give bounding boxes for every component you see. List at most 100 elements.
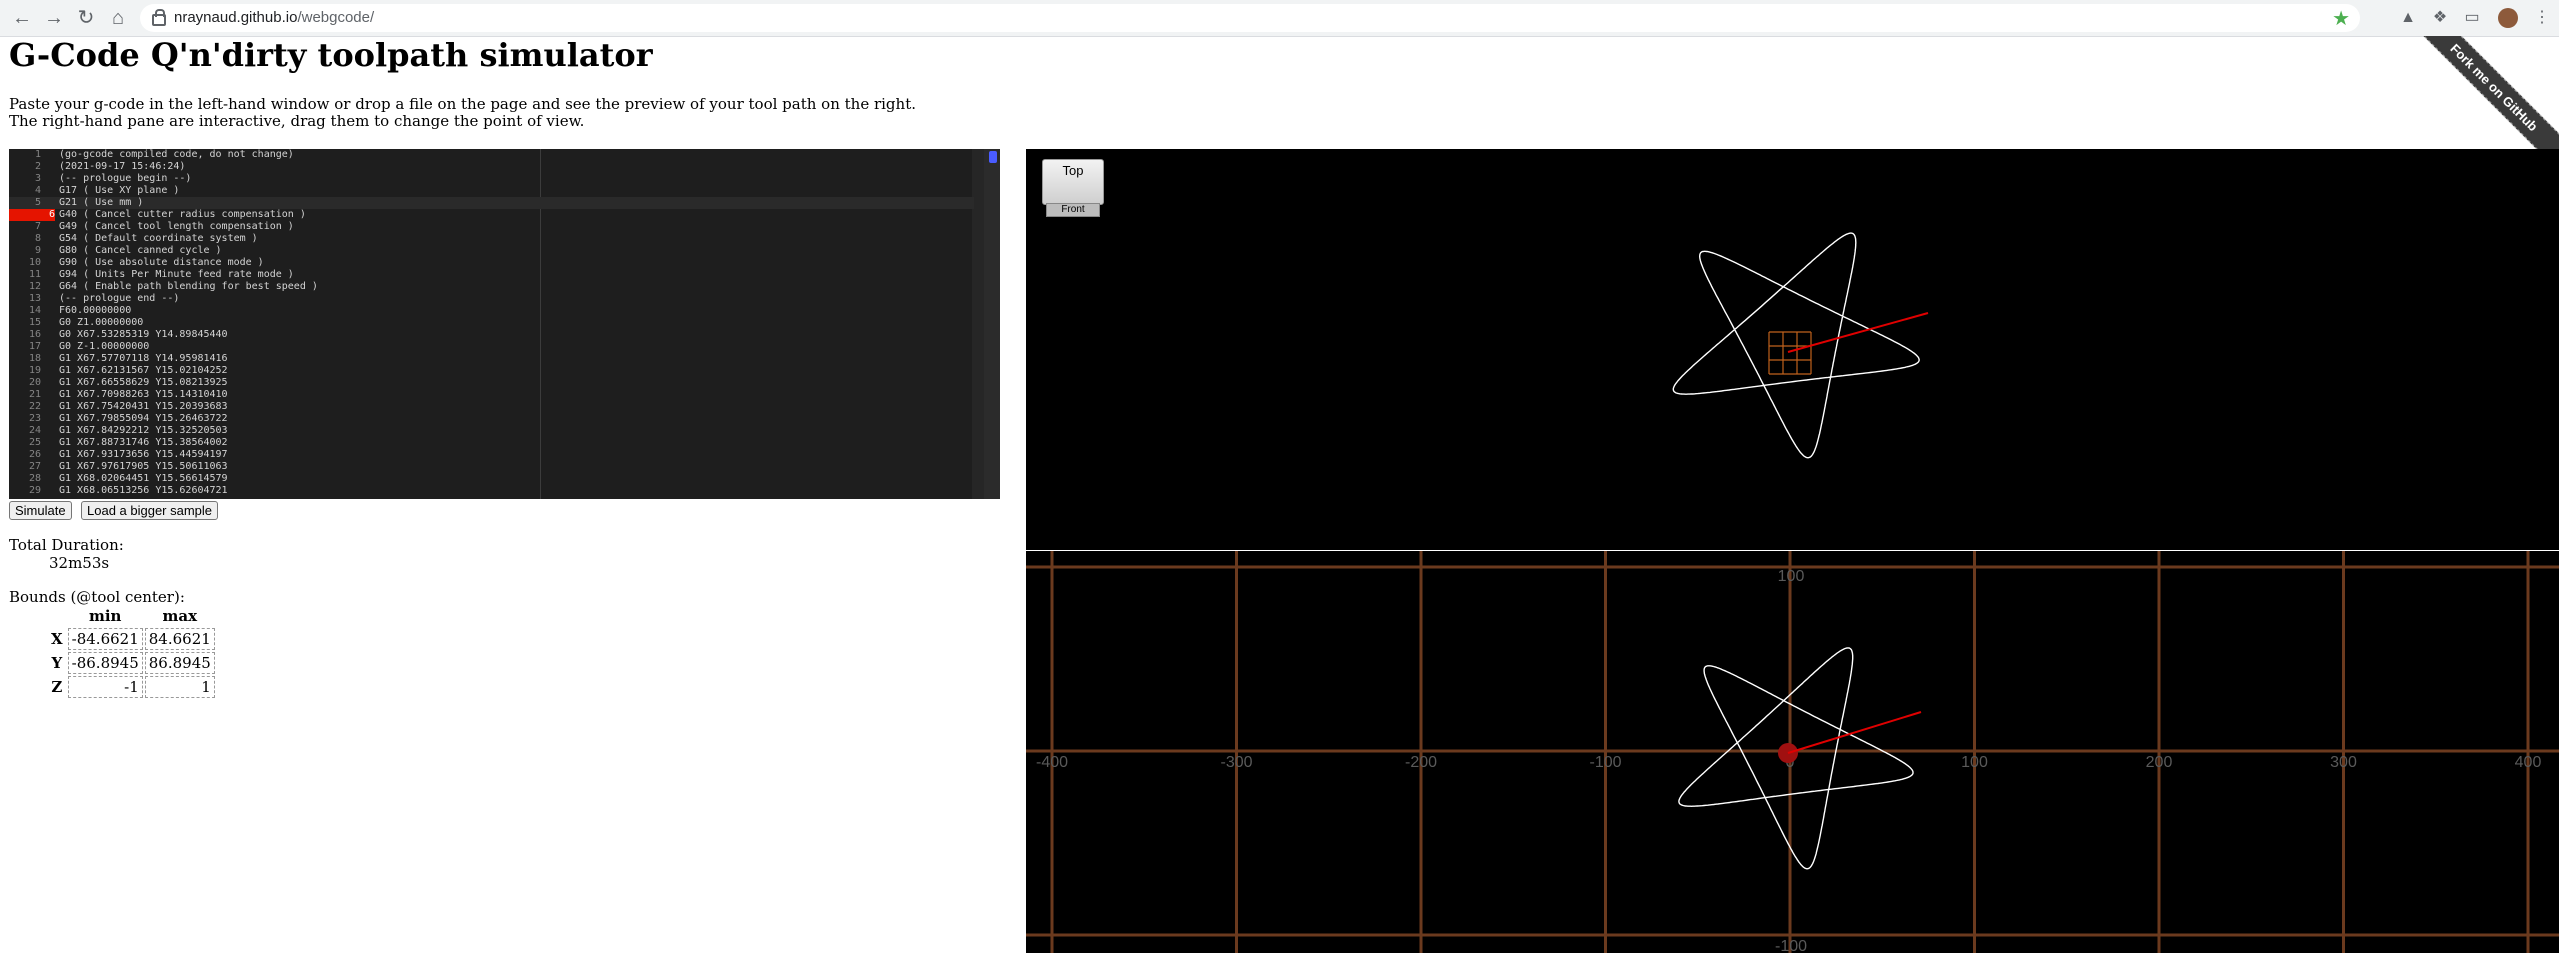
code-text[interactable]: G49 ( Cancel tool length compensation ) bbox=[59, 221, 294, 233]
line-number: 2 bbox=[34, 161, 41, 172]
code-line[interactable]: 4 G17 ( Use XY plane ) bbox=[9, 185, 974, 197]
code-line[interactable]: 25 G1 X67.88731746 Y15.38564002 bbox=[9, 437, 974, 449]
code-line[interactable]: 10 G90 ( Use absolute distance mode ) bbox=[9, 257, 974, 269]
code-text[interactable]: G0 Z-1.00000000 bbox=[59, 341, 149, 353]
code-text[interactable]: G1 X67.70988263 Y15.14310410 bbox=[59, 389, 228, 401]
code-text[interactable]: G1 X67.88731746 Y15.38564002 bbox=[59, 437, 228, 449]
code-text[interactable]: G1 X67.93173656 Y15.44594197 bbox=[59, 449, 228, 461]
code-line[interactable]: 6 G40 ( Cancel cutter radius compensation… bbox=[9, 209, 974, 221]
code-text[interactable]: G1 X67.75420431 Y15.20393683 bbox=[59, 401, 228, 413]
code-line[interactable]: 26 G1 X67.93173656 Y15.44594197 bbox=[9, 449, 974, 461]
code-text[interactable]: G1 X67.84292212 Y15.32520503 bbox=[59, 425, 228, 437]
code-text[interactable]: (-- prologue end --) bbox=[59, 293, 179, 305]
view-cube-top[interactable]: Top bbox=[1042, 159, 1104, 205]
code-line[interactable]: 15 G0 Z1.00000000 bbox=[9, 317, 974, 329]
intro-line-2: The right-hand pane are interactive, dra… bbox=[9, 112, 585, 130]
code-text[interactable]: F60.00000000 bbox=[59, 305, 131, 317]
line-number: 4 bbox=[34, 185, 41, 196]
code-line[interactable]: 7 G49 ( Cancel tool length compensation ) bbox=[9, 221, 974, 233]
x-axis-label: 400 bbox=[2515, 754, 2542, 771]
code-line[interactable]: 1 (go-gcode compiled code, do not change) bbox=[9, 149, 974, 161]
home-icon[interactable]: ⌂ bbox=[106, 6, 130, 30]
code-text[interactable]: G1 X67.62131567 Y15.02104252 bbox=[59, 365, 228, 377]
duration-label: Total Duration: bbox=[9, 536, 124, 554]
url-text[interactable]: nraynaud.github.io/webgcode/ bbox=[174, 9, 374, 26]
code-line[interactable]: 28 G1 X68.02064451 Y15.56614579 bbox=[9, 473, 974, 485]
simulate-button[interactable]: Simulate bbox=[9, 501, 72, 520]
code-line[interactable]: 16 G0 X67.53285319 Y14.89845440 bbox=[9, 329, 974, 341]
code-line[interactable]: 17 G0 Z-1.00000000 bbox=[9, 341, 974, 353]
line-number: 23 bbox=[28, 413, 41, 424]
code-line[interactable]: 3 (-- prologue begin --) bbox=[9, 173, 974, 185]
code-line[interactable]: 20 G1 X67.66558629 Y15.08213925 bbox=[9, 377, 974, 389]
code-text[interactable]: G80 ( Cancel canned cycle ) bbox=[59, 245, 222, 257]
gcode-editor[interactable]: 1 (go-gcode compiled code, do not change)… bbox=[9, 149, 1000, 499]
line-number: 7 bbox=[34, 221, 41, 232]
code-line[interactable]: 11 G94 ( Units Per Minute feed rate mode … bbox=[9, 269, 974, 281]
code-text[interactable]: (go-gcode compiled code, do not change) bbox=[59, 149, 294, 161]
code-text[interactable]: G17 ( Use XY plane ) bbox=[59, 185, 179, 197]
code-text[interactable]: (-- prologue begin --) bbox=[59, 173, 191, 185]
code-text[interactable]: G1 X68.02064451 Y15.56614579 bbox=[59, 473, 228, 485]
axis-x: X bbox=[51, 630, 63, 648]
code-line[interactable]: 29 G1 X68.06513256 Y15.62604721 bbox=[9, 485, 974, 497]
puzzle-icon[interactable]: ❖ bbox=[2428, 6, 2452, 30]
code-line[interactable]: 27 G1 X67.97617905 Y15.50611063 bbox=[9, 461, 974, 473]
x-axis-label: -100 bbox=[1589, 754, 1621, 771]
code-text[interactable]: G0 Z1.00000000 bbox=[59, 317, 143, 329]
code-text[interactable]: G0 X67.53285319 Y14.89845440 bbox=[59, 329, 228, 341]
code-text[interactable]: G1 X67.66558629 Y15.08213925 bbox=[59, 377, 228, 389]
code-line[interactable]: 22 G1 X67.75420431 Y15.20393683 bbox=[9, 401, 974, 413]
toolpath-3d-canvas[interactable] bbox=[1026, 149, 2559, 550]
code-text[interactable]: G1 X67.97617905 Y15.50611063 bbox=[59, 461, 228, 473]
code-text[interactable]: G1 X67.57707118 Y14.95981416 bbox=[59, 353, 228, 365]
avatar[interactable] bbox=[2498, 8, 2518, 28]
code-text[interactable]: G90 ( Use absolute distance mode ) bbox=[59, 257, 264, 269]
code-line[interactable]: 24 G1 X67.84292212 Y15.32520503 bbox=[9, 425, 974, 437]
3d-view-pane[interactable]: Top Front bbox=[1026, 149, 2559, 550]
col-max-header: max bbox=[162, 607, 198, 625]
line-number: 19 bbox=[28, 365, 41, 376]
code-line[interactable]: 2 (2021-09-17 15:46:24) bbox=[9, 161, 974, 173]
cast-icon[interactable]: ▭ bbox=[2460, 6, 2484, 30]
code-text[interactable]: G64 ( Enable path blending for best spee… bbox=[59, 281, 318, 293]
code-line[interactable]: 19 G1 X67.62131567 Y15.02104252 bbox=[9, 365, 974, 377]
toolpath-2d-canvas[interactable]: -400-300-200-1000100200300400100-100 bbox=[1026, 551, 2559, 953]
code-text[interactable]: G1 X68.06513256 Y15.62604721 bbox=[59, 485, 228, 497]
lock-icon[interactable] bbox=[152, 9, 166, 26]
y-axis-label-top: 100 bbox=[1778, 568, 1805, 585]
code-line[interactable]: 9 G80 ( Cancel canned cycle ) bbox=[9, 245, 974, 257]
load-sample-button[interactable]: Load a bigger sample bbox=[81, 501, 219, 520]
code-text[interactable]: G40 ( Cancel cutter radius compensation … bbox=[59, 209, 306, 221]
duration-value: 32m53s bbox=[49, 554, 110, 572]
table-row: X -84.6621 84.6621 bbox=[48, 628, 215, 650]
code-line[interactable]: 5 G21 ( Use mm ) bbox=[9, 197, 974, 209]
code-line[interactable]: 8 G54 ( Default coordinate system ) bbox=[9, 233, 974, 245]
code-line[interactable]: 13 (-- prologue end --) bbox=[9, 293, 974, 305]
code-text[interactable]: (2021-09-17 15:46:24) bbox=[59, 161, 185, 173]
code-line[interactable]: 12 G64 ( Enable path blending for best sp… bbox=[9, 281, 974, 293]
reload-icon[interactable]: ↻ bbox=[74, 6, 98, 30]
bookmark-star-icon[interactable]: ★ bbox=[2332, 6, 2350, 31]
code-text[interactable]: G54 ( Default coordinate system ) bbox=[59, 233, 258, 245]
code-line[interactable]: 18 G1 X67.57707118 Y14.95981416 bbox=[9, 353, 974, 365]
forward-icon[interactable]: → bbox=[42, 6, 66, 30]
address-bar[interactable]: nraynaud.github.io/webgcode/ ★ bbox=[140, 4, 2360, 32]
scrollbar-thumb[interactable] bbox=[989, 151, 997, 163]
code-text[interactable]: G94 ( Units Per Minute feed rate mode ) bbox=[59, 269, 294, 281]
x-min: -84.6621 bbox=[67, 628, 143, 650]
code-line[interactable]: 21 G1 X67.70988263 Y15.14310410 bbox=[9, 389, 974, 401]
back-icon[interactable]: ← bbox=[10, 6, 34, 30]
editor-scrollbar[interactable] bbox=[984, 149, 1000, 499]
menu-kebab-icon[interactable]: ⋮ bbox=[2530, 6, 2554, 30]
line-number: 9 bbox=[34, 245, 41, 256]
line-number: 24 bbox=[28, 425, 41, 436]
code-text[interactable]: G1 X67.79855094 Y15.26463722 bbox=[59, 413, 228, 425]
code-line[interactable]: 14 F60.00000000 bbox=[9, 305, 974, 317]
code-line[interactable]: 23 G1 X67.79855094 Y15.26463722 bbox=[9, 413, 974, 425]
2d-view-pane[interactable]: -400-300-200-1000100200300400100-100 bbox=[1026, 551, 2559, 953]
code-text[interactable]: G21 ( Use mm ) bbox=[59, 197, 143, 209]
view-cube[interactable]: Top Front bbox=[1042, 159, 1104, 217]
extension-icon[interactable]: ▲ bbox=[2396, 6, 2420, 30]
view-cube-front[interactable]: Front bbox=[1046, 203, 1100, 217]
